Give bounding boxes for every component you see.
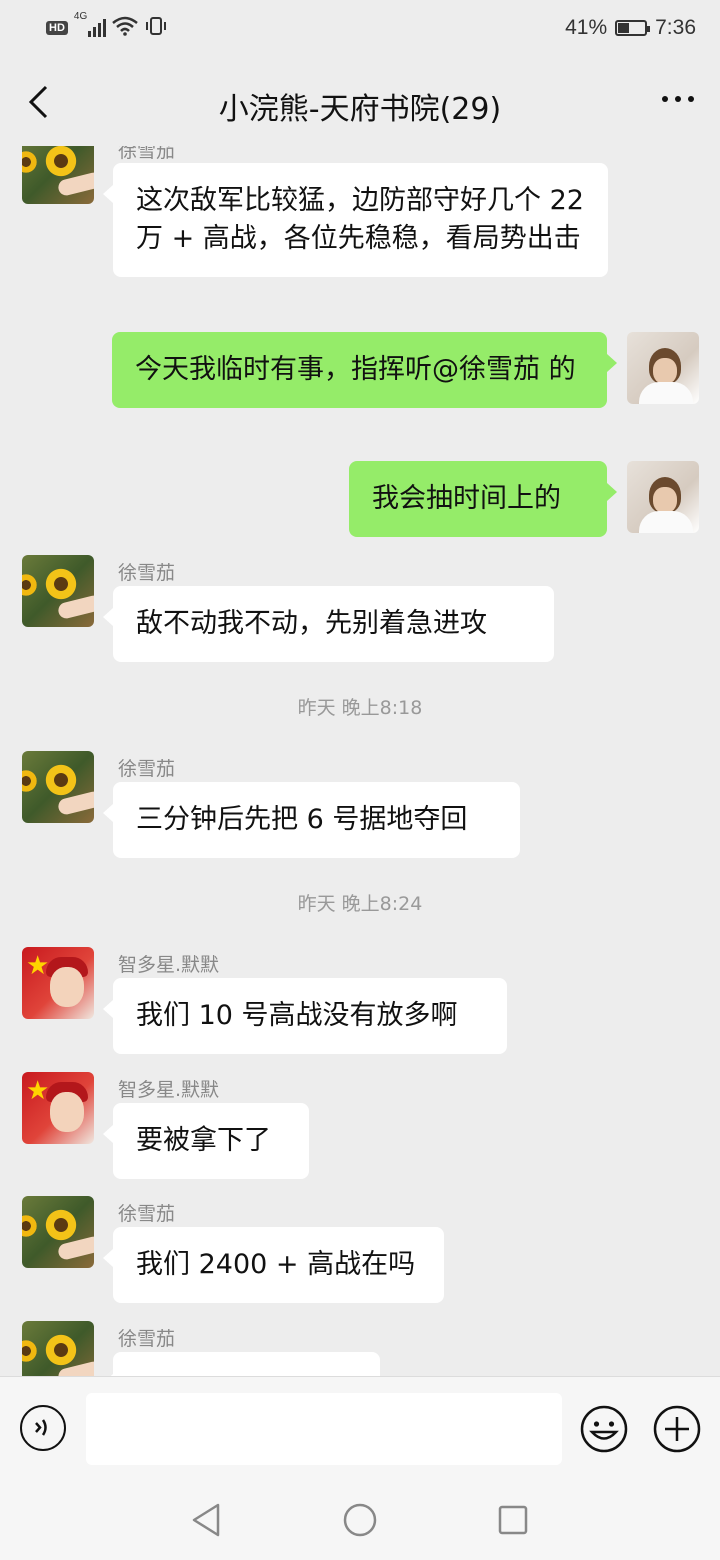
nav-recent-button[interactable] xyxy=(493,1500,533,1540)
sender-name: 智多星.默默 xyxy=(118,954,220,976)
sender-name: 徐雪茄 xyxy=(118,562,176,584)
timestamp: 昨天 晚上8:18 xyxy=(297,697,423,719)
emoji-button[interactable] xyxy=(580,1405,628,1453)
message-bubble[interactable] xyxy=(103,1352,380,1376)
clock: 7:36 xyxy=(655,16,696,39)
vibrate-icon xyxy=(144,16,168,40)
message-bubble[interactable]: 三分钟后先把 6 号据地夺回 xyxy=(103,782,520,858)
message-input[interactable] xyxy=(86,1393,562,1465)
message-bubble-self[interactable]: 我会抽时间上的 xyxy=(349,461,617,537)
message-bubble[interactable]: 这次敌军比较猛，边防部守好几个 22 万 + 高战，各位先稳稳，看局势出击 xyxy=(103,163,608,277)
nav-home-button[interactable] xyxy=(340,1500,380,1540)
sender-name: 徐雪茄 xyxy=(118,758,176,780)
more-button[interactable] xyxy=(662,96,694,102)
voice-icon xyxy=(35,1419,47,1436)
signal-icon: 4G xyxy=(74,11,106,37)
message-bubble[interactable]: 我们 10 号高战没有放多啊 xyxy=(103,978,507,1054)
avatar-zhiduoxing[interactable]: ★ xyxy=(22,947,94,1019)
hd-icon: HD xyxy=(46,21,68,35)
avatar-xuxueqie[interactable] xyxy=(22,555,94,627)
sender-name: 徐雪茄 xyxy=(118,146,176,162)
avatar-xuxueqie[interactable] xyxy=(22,751,94,823)
sender-name: 徐雪茄 xyxy=(118,1328,176,1350)
status-bar: HD 4G 41% 7:36 xyxy=(0,0,720,60)
plus-icon xyxy=(653,1405,701,1453)
plus-button[interactable] xyxy=(653,1405,701,1453)
input-bar xyxy=(0,1376,720,1483)
chat-messages[interactable]: 徐雪茄 这次敌军比较猛，边防部守好几个 22 万 + 高战，各位先稳稳，看局势出… xyxy=(0,146,720,1376)
avatar-xuxueqie[interactable] xyxy=(22,1321,94,1376)
square-recent-icon xyxy=(498,1505,528,1535)
avatar-xuxueqie[interactable] xyxy=(22,1196,94,1268)
battery-icon xyxy=(615,20,651,36)
avatar-self[interactable] xyxy=(627,332,699,404)
emoji-icon xyxy=(580,1405,628,1453)
message-bubble[interactable]: 我们 2400 + 高战在吗 xyxy=(103,1227,444,1303)
message-bubble[interactable]: 敌不动我不动，先别着急进攻 xyxy=(103,586,554,662)
title-bar: 小浣熊-天府书院(29) xyxy=(0,60,720,146)
sender-name: 智多星.默默 xyxy=(118,1079,220,1101)
nav-back-button[interactable] xyxy=(186,1500,226,1540)
system-navigation-bar xyxy=(0,1482,720,1560)
chat-title: 小浣熊-天府书院(29) xyxy=(218,92,502,127)
avatar-self[interactable] xyxy=(627,461,699,533)
message-bubble-self[interactable]: 今天我临时有事，指挥听@徐雪茄 的 xyxy=(112,332,617,408)
sender-name: 徐雪茄 xyxy=(118,1203,176,1225)
message-bubble[interactable]: 要被拿下了 xyxy=(103,1103,309,1179)
voice-button[interactable] xyxy=(20,1405,66,1451)
more-dots-icon xyxy=(662,96,668,102)
avatar-zhiduoxing[interactable]: ★ xyxy=(22,1072,94,1144)
avatar-xuxueqie[interactable] xyxy=(22,146,94,204)
wifi-icon xyxy=(112,16,138,40)
battery-percent: 41% xyxy=(565,16,608,39)
timestamp: 昨天 晚上8:24 xyxy=(297,893,423,915)
circle-home-icon xyxy=(343,1503,377,1537)
triangle-back-icon xyxy=(192,1503,220,1537)
